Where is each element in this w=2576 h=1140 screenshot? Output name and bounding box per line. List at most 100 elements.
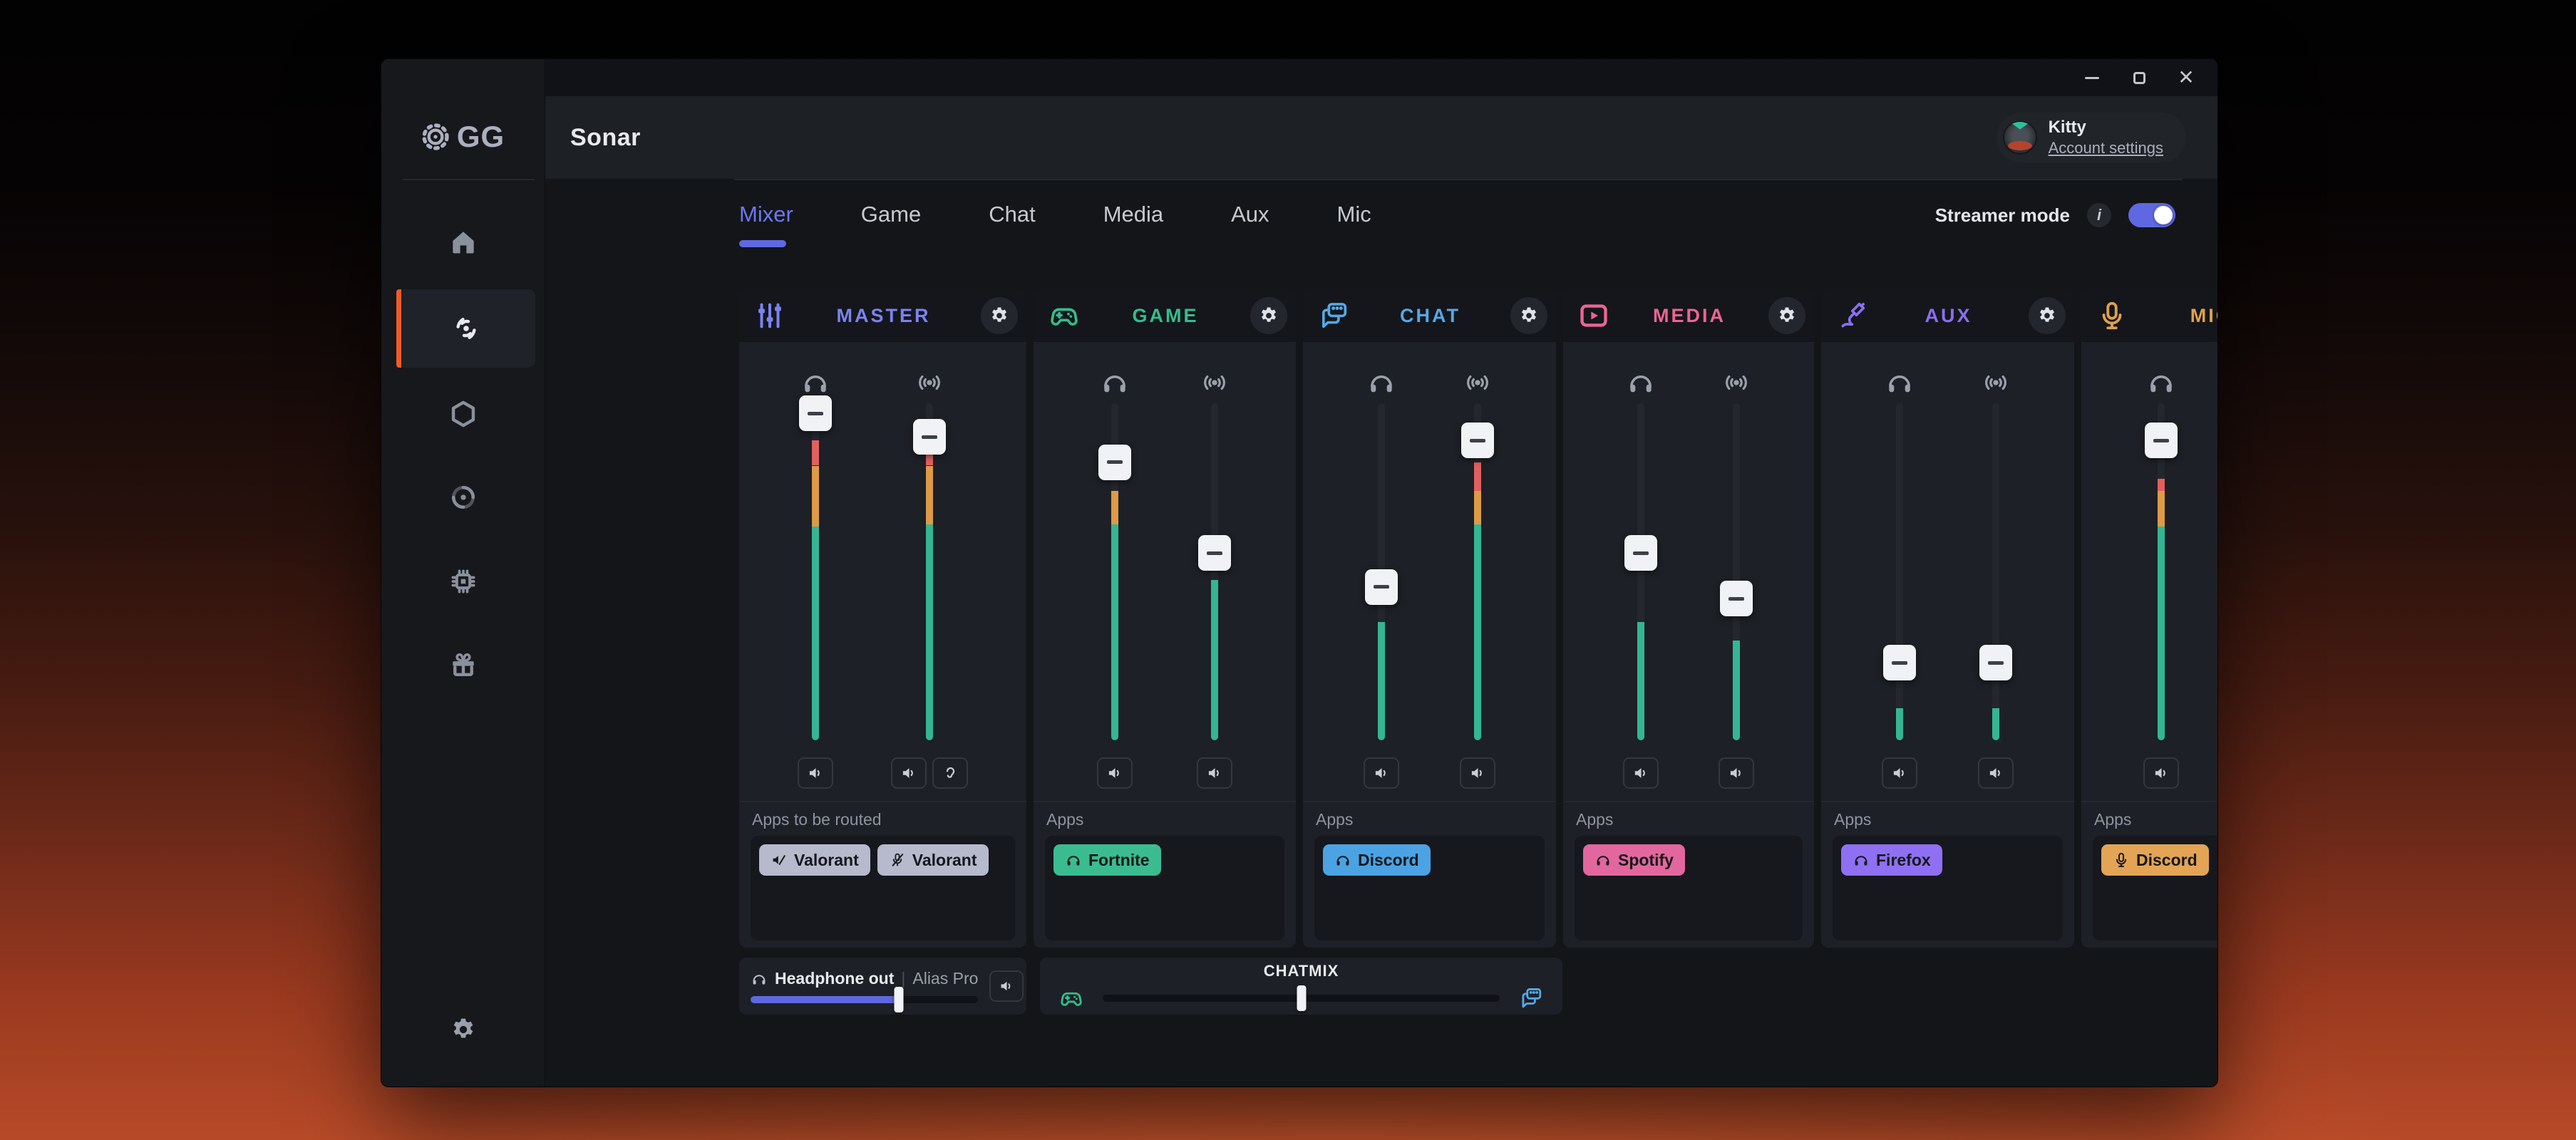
sidebar-item-sonar[interactable] bbox=[396, 289, 535, 368]
channel-apps-section: AppsFortnite bbox=[1034, 801, 1296, 948]
master-headphone-slider-handle[interactable] bbox=[799, 395, 832, 431]
listen-button[interactable] bbox=[932, 757, 968, 789]
channel-settings-button[interactable] bbox=[981, 297, 1018, 334]
sidebar-item-capture[interactable] bbox=[441, 475, 486, 520]
app-badge-discord[interactable]: Discord bbox=[1323, 844, 1431, 876]
mute-button[interactable] bbox=[1097, 757, 1133, 789]
maximize-button[interactable] bbox=[2129, 68, 2149, 88]
minimize-button[interactable] bbox=[2082, 68, 2102, 88]
app-badge-valorant[interactable]: Valorant bbox=[759, 844, 870, 876]
mute-button[interactable] bbox=[1460, 757, 1495, 789]
tab-aux[interactable]: Aux bbox=[1231, 202, 1269, 247]
app-badge-discord[interactable]: Discord bbox=[2101, 844, 2209, 876]
info-icon[interactable]: i bbox=[2087, 203, 2111, 227]
media-stream-volume-slider[interactable] bbox=[1733, 403, 1740, 740]
mute-button[interactable] bbox=[1364, 757, 1399, 789]
streamer-mode-toggle[interactable] bbox=[2128, 203, 2175, 227]
sidebar-item-giveaways[interactable] bbox=[441, 641, 486, 686]
tab-mic[interactable]: Mic bbox=[1337, 202, 1371, 247]
chatmix-handle[interactable] bbox=[1297, 985, 1306, 1011]
master-headphone-volume-slider[interactable] bbox=[812, 403, 819, 740]
sidebar-item-moments[interactable] bbox=[441, 391, 486, 437]
mute-button[interactable] bbox=[1882, 757, 1917, 789]
channel-header: MEDIA bbox=[1563, 289, 1814, 342]
channel-header: MIC bbox=[2081, 289, 2217, 342]
game-headphone-slider-handle[interactable] bbox=[1098, 445, 1131, 480]
apps-drop-panel[interactable]: Firefox bbox=[1833, 836, 2063, 940]
speaker-icon bbox=[2152, 764, 2170, 782]
apps-drop-panel[interactable]: Discord bbox=[1314, 836, 1545, 940]
mute-button[interactable] bbox=[1719, 757, 1754, 789]
mute-button[interactable] bbox=[1623, 757, 1659, 789]
app-badge-spotify[interactable]: Spotify bbox=[1583, 844, 1685, 876]
aux-stream-slider-handle[interactable] bbox=[1979, 645, 2012, 680]
media-stream-slider-handle[interactable] bbox=[1720, 581, 1753, 616]
mute-button[interactable] bbox=[891, 757, 927, 789]
channel-faders bbox=[2081, 342, 2217, 801]
output-mute-button[interactable] bbox=[989, 970, 1024, 1002]
sidebar-item-home[interactable] bbox=[441, 219, 486, 264]
chat-headphone-volume-slider[interactable] bbox=[1378, 403, 1385, 740]
close-button[interactable]: ✕ bbox=[2176, 68, 2196, 88]
gear-icon bbox=[1258, 305, 1279, 326]
media-headphone-slider-handle[interactable] bbox=[1624, 535, 1657, 571]
channel-settings-button[interactable] bbox=[1510, 297, 1547, 334]
chat-stream-volume-slider[interactable] bbox=[1474, 403, 1481, 740]
aux-stream-volume-slider[interactable] bbox=[1992, 403, 1999, 740]
account-settings-link[interactable]: Account settings bbox=[2049, 139, 2163, 157]
mic-headphone-slider-handle[interactable] bbox=[2145, 423, 2178, 458]
mute-button[interactable] bbox=[1197, 757, 1232, 789]
master-stream-slider-handle[interactable] bbox=[913, 419, 946, 455]
aux-headphone-slider-handle[interactable] bbox=[1883, 645, 1916, 680]
game-stream-volume-slider[interactable] bbox=[1211, 403, 1218, 740]
mic-headphone-volume-slider[interactable] bbox=[2158, 403, 2165, 740]
broadcast-icon bbox=[1200, 368, 1230, 398]
speaker-muted-icon bbox=[771, 851, 788, 869]
headphones-icon bbox=[1334, 851, 1351, 869]
output-volume-slider[interactable] bbox=[751, 996, 978, 1003]
chat-headphone-slider-handle[interactable] bbox=[1365, 569, 1398, 605]
game-stream-slider-handle[interactable] bbox=[1198, 535, 1231, 571]
apps-drop-panel[interactable]: Spotify bbox=[1575, 836, 1803, 940]
channel-settings-button[interactable] bbox=[1250, 297, 1287, 334]
speaker-icon bbox=[806, 764, 825, 782]
apps-drop-panel[interactable]: Discord bbox=[2093, 836, 2217, 940]
mute-button[interactable] bbox=[798, 757, 833, 789]
app-badge-firefox[interactable]: Firefox bbox=[1841, 844, 1942, 876]
mute-button[interactable] bbox=[1978, 757, 2014, 789]
aux-headphone-volume-slider[interactable] bbox=[1896, 403, 1903, 740]
chat-icon bbox=[1518, 985, 1544, 1011]
apps-drop-panel[interactable]: ValorantValorant bbox=[751, 836, 1015, 940]
master-stream-volume-slider[interactable] bbox=[926, 403, 933, 740]
tab-mixer[interactable]: Mixer bbox=[739, 202, 793, 247]
tab-media[interactable]: Media bbox=[1103, 202, 1163, 247]
tab-chat[interactable]: Chat bbox=[989, 202, 1035, 247]
apps-drop-panel[interactable]: Fortnite bbox=[1045, 836, 1284, 940]
speaker-icon bbox=[1727, 764, 1746, 782]
media-headphone-fader bbox=[1623, 342, 1659, 801]
headphones-icon bbox=[1626, 368, 1656, 398]
channel-title: GAME bbox=[1081, 305, 1250, 327]
fader-buttons bbox=[1623, 757, 1659, 789]
apps-label: Apps bbox=[1834, 810, 2063, 829]
meter-green bbox=[1111, 524, 1118, 740]
tab-game[interactable]: Game bbox=[861, 202, 921, 247]
sidebar-item-engine[interactable] bbox=[441, 559, 486, 604]
game-headphone-volume-slider[interactable] bbox=[1111, 403, 1118, 740]
app-badge-fortnite[interactable]: Fortnite bbox=[1053, 844, 1161, 876]
avatar bbox=[2003, 120, 2037, 155]
meter-orange bbox=[1111, 491, 1118, 524]
output-volume-handle[interactable] bbox=[894, 987, 903, 1012]
master-headphone-fader bbox=[798, 342, 833, 801]
media-headphone-volume-slider[interactable] bbox=[1637, 403, 1644, 740]
mute-button[interactable] bbox=[2143, 757, 2179, 789]
account-chip[interactable]: Kitty Account settings bbox=[1997, 113, 2186, 162]
chatmix-slider[interactable] bbox=[1103, 995, 1500, 1002]
sidebar-settings-button[interactable] bbox=[441, 1007, 486, 1052]
app-badge-valorant[interactable]: Valorant bbox=[877, 844, 989, 876]
meter-green bbox=[1637, 622, 1644, 740]
channel-settings-button[interactable] bbox=[1768, 297, 1805, 334]
chat-stream-slider-handle[interactable] bbox=[1461, 423, 1494, 458]
channel-settings-button[interactable] bbox=[2029, 297, 2066, 334]
meter-green bbox=[1474, 524, 1481, 740]
